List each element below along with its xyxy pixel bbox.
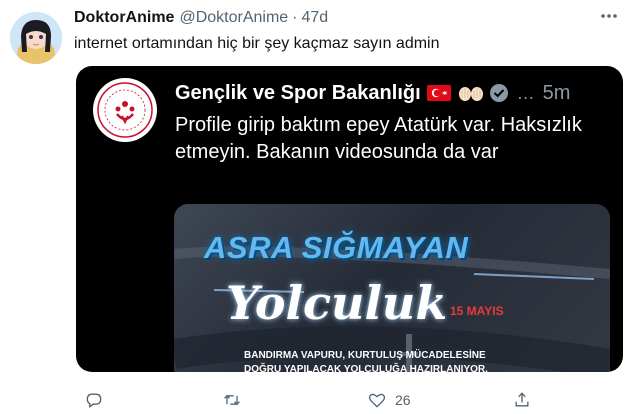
tweet-time[interactable]: 47d — [302, 9, 329, 27]
like-button[interactable]: 26 — [367, 390, 411, 410]
embedded-image[interactable]: Gençlik ve Spor Bakanlığı … 5m Profile g… — [76, 66, 623, 372]
promo-subtitle-2: DOĞRU YAPILACAK YOLCULUĞA HAZIRLANIYOR. — [244, 364, 488, 372]
turkish-flag-icon — [426, 85, 451, 101]
quoted-header: Gençlik ve Spor Bakanlığı … 5m — [175, 81, 570, 105]
like-icon — [368, 393, 386, 408]
verified-icon — [489, 83, 509, 103]
quoted-author-name: Gençlik ve Spor Bakanlığı — [175, 81, 421, 104]
ministry-logo — [93, 78, 157, 142]
like-count: 26 — [395, 392, 411, 408]
share-button[interactable] — [512, 390, 532, 410]
reply-icon — [86, 393, 102, 408]
quoted-text: Profile girip baktım epey Atatürk var. H… — [175, 114, 582, 163]
reply-button[interactable] — [84, 390, 104, 410]
avatar[interactable] — [10, 12, 62, 64]
author-name[interactable]: DoktorAnime — [74, 9, 174, 27]
raised-hands-icon — [457, 84, 485, 102]
tweet-header: DoktorAnime @DoktorAnime · 47d — [74, 8, 328, 28]
author-handle[interactable]: @DoktorAnime — [179, 9, 288, 27]
action-bar: 26 — [0, 386, 635, 414]
quoted-more: … — [516, 82, 535, 103]
promo-subtitle-1: BANDIRMA VAPURU, KURTULUŞ MÜCADELESİNE — [244, 350, 486, 361]
tweet-text: internet ortamından hiç bir şey kaçmaz s… — [74, 35, 440, 52]
promo-script: Yolculuk — [226, 276, 448, 330]
separator-dot: · — [292, 9, 298, 26]
promo-title: ASRA SIĞMAYAN — [204, 230, 469, 265]
retweet-icon — [224, 394, 240, 406]
quoted-time: 5m — [542, 81, 571, 104]
promo-date: 15 MAYIS — [450, 304, 504, 318]
share-icon — [515, 392, 529, 407]
more-icon[interactable] — [597, 6, 621, 26]
retweet-button[interactable] — [222, 390, 242, 410]
promo-image: ASRA SIĞMAYAN Yolculuk 15 MAYIS BANDIRMA… — [174, 204, 610, 372]
